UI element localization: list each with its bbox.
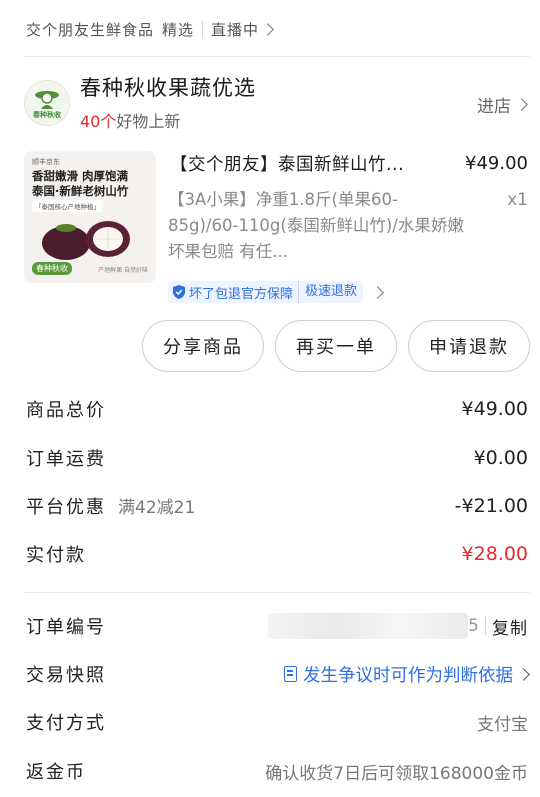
order-number-row: 订单编号 5 复制 (26, 611, 528, 641)
image-brand-text: 顺丰京东 (32, 158, 60, 166)
source-tag: 精选 (162, 20, 195, 39)
enter-shop-label: 进店 (477, 97, 511, 117)
discount-value: -¥21.00 (454, 495, 528, 517)
image-headline: 香甜嫩滑 肉厚饱满 (32, 169, 129, 183)
request-refund-button[interactable]: 申请退款 (408, 320, 530, 372)
enter-shop-button[interactable]: 进店 (477, 92, 528, 117)
buy-again-button[interactable]: 再买一单 (275, 320, 397, 372)
guarantee-label: 坏了包退官方保障 (189, 286, 294, 302)
order-number-label: 订单编号 (26, 617, 106, 638)
product-spec: 【3A小果】净重1.8斤(单果60-85g)/60-110g(泰国新鲜山竹)/水… (168, 190, 464, 261)
shop-logo-text: 春种秋收 (33, 110, 61, 119)
coins-label: 返金币 (26, 762, 86, 783)
farmer-icon (35, 90, 59, 109)
product-title[interactable]: 【交个朋友】泰国新鲜山竹... (170, 151, 404, 176)
shop-logo[interactable]: 春种秋收 (24, 80, 70, 126)
source-name: 交个朋友生鲜食品 (26, 20, 155, 39)
snapshot-link-text: 发生争议时可作为判断依据 (303, 665, 513, 686)
product-quantity: x1 (507, 190, 528, 210)
source-breadcrumb[interactable]: 交个朋友生鲜食品 精选 直播中 (26, 16, 274, 42)
guarantee-badge[interactable]: 坏了包退官方保障 极速退款 (168, 281, 384, 303)
coins-value: 确认收货7日后可领取168000金币 (265, 763, 528, 784)
snapshot-link[interactable]: 发生争议时可作为判断依据 (284, 662, 530, 687)
shipping-row: 订单运费 ¥0.00 (26, 443, 528, 473)
order-number-redacted (268, 613, 469, 639)
total-price-label: 商品总价 (26, 400, 106, 421)
shipping-value: ¥0.00 (473, 447, 528, 469)
copy-order-number-button[interactable]: 复制 (492, 614, 528, 639)
live-status: 直播中 (211, 20, 260, 39)
document-icon (284, 666, 297, 682)
fast-refund-tag: 极速退款 (298, 281, 364, 303)
shop-name[interactable]: 春种秋收果蔬优选 (80, 72, 256, 102)
chevron-right-icon (261, 22, 274, 36)
chevron-right-icon (515, 98, 528, 111)
coins-row: 返金币 确认收货7日后可领取168000金币 (26, 756, 528, 786)
snapshot-row[interactable]: 交易快照 发生争议时可作为判断依据 (26, 659, 530, 689)
payment-method-row: 支付方式 支付宝 (26, 707, 528, 737)
new-items-label: 好物上新 (116, 112, 181, 131)
product-price: ¥49.00 (465, 153, 528, 174)
total-price-value: ¥49.00 (461, 398, 528, 420)
payment-method-value: 支付宝 (477, 714, 528, 735)
divider (24, 56, 530, 57)
paid-value: ¥28.00 (461, 543, 528, 565)
image-subheadline: 泰国·新鲜老树山竹 (32, 184, 129, 198)
discount-note: 满42减21 (118, 498, 196, 518)
paid-row: 实付款 ¥28.00 (26, 539, 528, 569)
payment-method-label: 支付方式 (26, 713, 106, 734)
total-price-row: 商品总价 ¥49.00 (26, 394, 528, 424)
shop-new-items: 40个好物上新 (80, 108, 180, 132)
divider (24, 592, 530, 593)
order-number-group: 5 复制 (268, 613, 528, 639)
order-detail-page: 交个朋友生鲜食品 精选 直播中 春种秋收 春种秋收果蔬优选 40个好物上新 进店… (0, 0, 540, 797)
discount-label-group: 平台优惠 满42减21 (26, 493, 195, 519)
shipping-label: 订单运费 (26, 449, 106, 470)
share-product-button[interactable]: 分享商品 (142, 320, 264, 372)
image-logo-badge: 春种秋收 (32, 262, 72, 275)
mangosteen-icon (42, 221, 130, 260)
order-number-tail: 5 (468, 616, 479, 636)
image-footer-tags: 产地鲜果 自然好味 (98, 267, 148, 274)
copy-divider (485, 617, 486, 635)
shield-check-icon (173, 285, 185, 299)
discount-label: 平台优惠 (26, 497, 106, 518)
new-items-count: 40个 (80, 112, 117, 131)
discount-row: 平台优惠 满42减21 -¥21.00 (26, 491, 528, 521)
guarantee-tag: 坏了包退官方保障 (168, 281, 299, 303)
product-image[interactable]: 顺丰京东 香甜嫩滑 肉厚饱满 泰国·新鲜老树山竹 「泰国核心产地种植」 春种秋收… (24, 151, 156, 283)
paid-label: 实付款 (26, 545, 86, 566)
image-origin-tag: 「泰国核心产地种植」 (32, 200, 103, 212)
breadcrumb-divider (202, 21, 204, 37)
chevron-right-icon (517, 667, 530, 681)
snapshot-label: 交易快照 (26, 665, 106, 686)
chevron-right-icon (371, 285, 384, 299)
